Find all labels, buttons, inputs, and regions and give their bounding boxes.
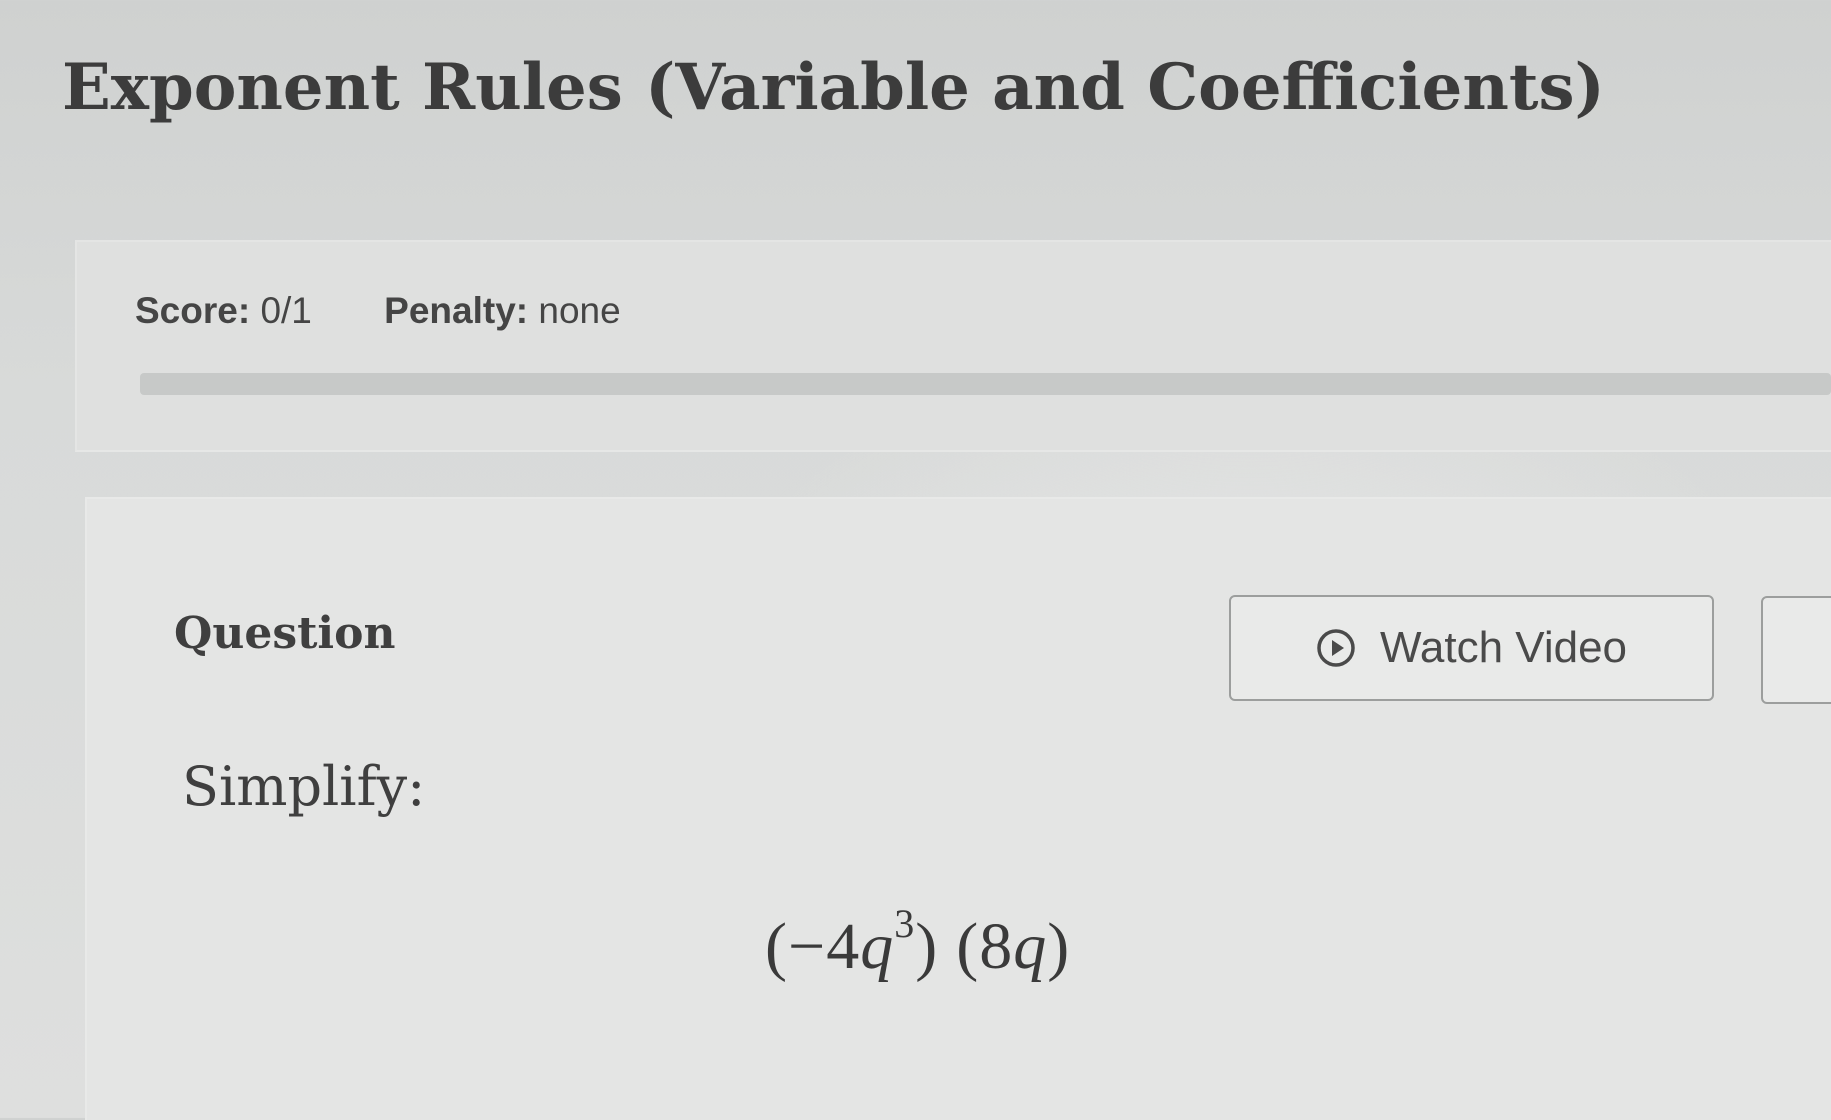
watch-video-button[interactable]: Watch Video [1229,595,1714,701]
expr-open-paren-2: ( [956,910,980,983]
expr-open-paren: ( [765,910,788,983]
expr-coefficient-1: 4 [826,910,861,983]
play-circle-icon [1317,629,1355,667]
score-panel [75,240,1831,452]
penalty-label: Penalty: [384,290,529,331]
question-heading: Question [174,608,396,659]
math-expression: (−4q3) (8q) [765,901,1071,985]
secondary-action-button[interactable] [1761,596,1831,704]
score-label: Score: [135,290,251,331]
score-progress-bar [140,373,1831,395]
score-item: Score: 0/1 [135,290,322,331]
score-value: 0/1 [260,290,312,331]
expr-close-paren-2: ) [1047,910,1071,983]
expr-close-paren: ) [915,910,939,983]
watch-video-label: Watch Video [1379,623,1628,672]
expr-variable-1: q [860,910,895,983]
expr-minus-sign: − [787,910,827,983]
penalty-value: none [538,290,621,331]
penalty-item: Penalty: none [384,290,621,331]
question-prompt: Simplify: [182,755,426,818]
expr-variable-2: q [1013,910,1048,983]
expr-exponent-1: 3 [894,901,916,946]
expr-coefficient-2: 8 [979,910,1014,983]
score-line: Score: 0/1 Penalty: none [135,290,621,332]
page-title: Exponent Rules (Variable and Coefficient… [62,50,1605,125]
